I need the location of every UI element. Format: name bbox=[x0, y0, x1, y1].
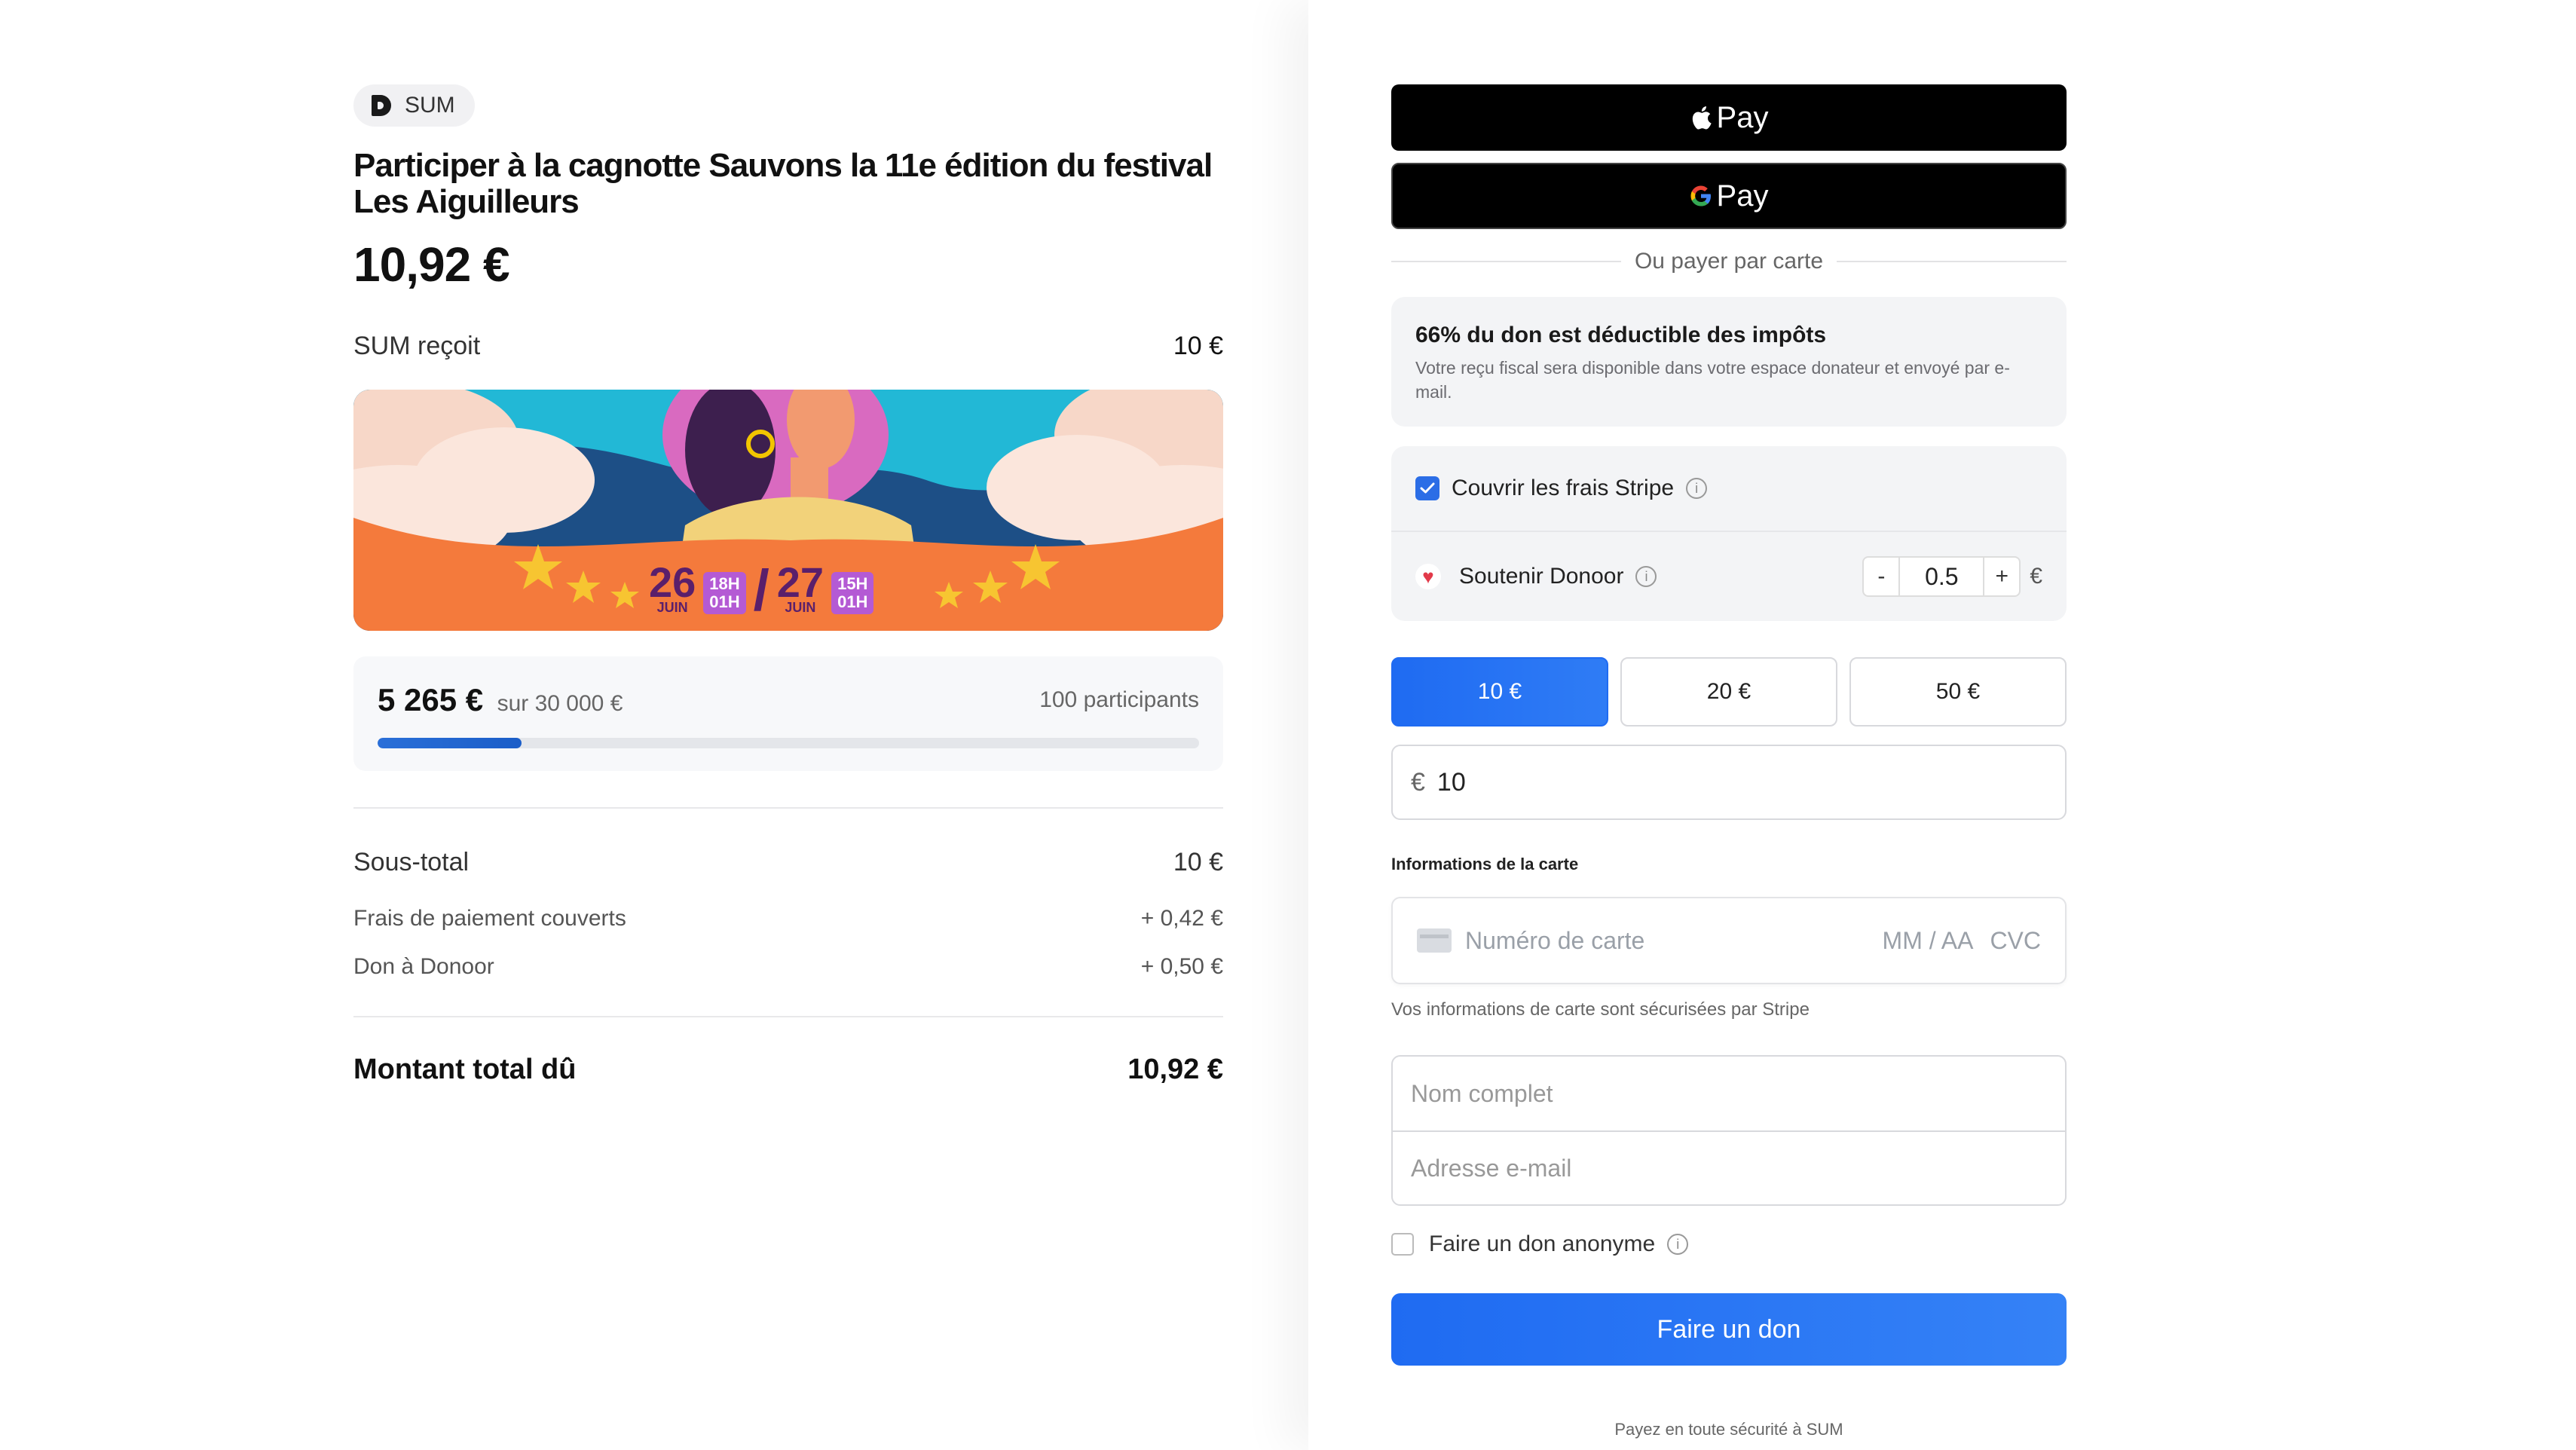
payment-panel: Pay Pay Ou payer par carte 66% du don es… bbox=[1308, 0, 2576, 1450]
card-number-field[interactable]: Numéro de carte bbox=[1465, 927, 1644, 955]
card-cvc-field[interactable]: CVC bbox=[1990, 927, 2041, 955]
banner-time-1b: 01H bbox=[709, 592, 740, 611]
receives-value: 10 € bbox=[1173, 332, 1223, 360]
cover-fees-checkbox[interactable] bbox=[1415, 476, 1439, 500]
fees-row: Frais de paiement couverts + 0,42 € bbox=[353, 906, 1223, 931]
participants-count: 100 participants bbox=[1039, 687, 1199, 712]
google-icon bbox=[1690, 185, 1711, 206]
donate-button[interactable]: Faire un don bbox=[1391, 1293, 2067, 1366]
info-icon[interactable]: i bbox=[1667, 1234, 1689, 1255]
amount-10-button[interactable]: 10 € bbox=[1391, 657, 1608, 727]
page-title: Participer à la cagnotte Sauvons la 11e … bbox=[353, 147, 1213, 220]
tax-title: 66% du don est déductible des impôts bbox=[1415, 323, 1827, 347]
custom-amount-value[interactable]: 10 bbox=[1437, 768, 1466, 797]
donoor-value: + 0,50 € bbox=[1140, 954, 1223, 979]
divider bbox=[353, 1016, 1223, 1017]
custom-amount-currency: € bbox=[1411, 767, 1425, 797]
subtotal-row: Sous-total 10 € bbox=[353, 848, 1223, 877]
full-name-field[interactable]: Nom complet bbox=[1393, 1057, 2065, 1130]
anonymous-checkbox[interactable] bbox=[1391, 1233, 1414, 1256]
decrement-button[interactable]: - bbox=[1862, 556, 1901, 597]
receives-row: SUM reçoit 10 € bbox=[353, 332, 1223, 361]
banner-dates: 26 JUIN 18H 01H / 27 JUIN 15H 01H bbox=[649, 558, 874, 623]
receives-label: SUM reçoit bbox=[353, 332, 481, 360]
options-card: Couvrir les frais Stripe i ♥ Soutenir Do… bbox=[1391, 446, 2067, 621]
checkout-page: SUM Participer à la cagnotte Sauvons la … bbox=[0, 0, 2576, 1450]
info-icon[interactable]: i bbox=[1686, 478, 1708, 499]
amount-options: 10 € 20 € 50 € bbox=[1391, 657, 2067, 727]
total-value: 10,92 € bbox=[1127, 1054, 1223, 1085]
order-summary-panel: SUM Participer à la cagnotte Sauvons la … bbox=[0, 0, 1308, 1450]
subtotal-label: Sous-total bbox=[353, 848, 470, 876]
donoor-currency: € bbox=[2030, 564, 2042, 589]
tax-info-card: 66% du don est déductible des impôts Vot… bbox=[1391, 297, 2067, 427]
apple-icon bbox=[1692, 106, 1712, 130]
divider-text: Ou payer par carte bbox=[1634, 249, 1824, 274]
progress-card: 5 265 € sur 30 000 € 100 participants bbox=[353, 656, 1223, 771]
apple-pay-label: Pay bbox=[1716, 100, 1769, 134]
goal-amount: sur 30 000 € bbox=[497, 691, 623, 716]
amount-50-button[interactable]: 50 € bbox=[1849, 657, 2067, 727]
support-donoor-option: ♥ Soutenir Donoor i - 0.5 + € bbox=[1391, 531, 2067, 621]
google-pay-label: Pay bbox=[1716, 179, 1769, 213]
tax-text: Votre reçu fiscal sera disponible dans v… bbox=[1415, 358, 2010, 402]
org-name: SUM bbox=[405, 93, 455, 118]
increment-button[interactable]: + bbox=[1983, 556, 2021, 597]
progress-bar bbox=[378, 738, 1199, 748]
custom-amount-field[interactable]: € 10 bbox=[1391, 745, 2067, 820]
info-icon[interactable]: i bbox=[1635, 566, 1657, 587]
donoor-label: Don à Donoor bbox=[353, 954, 494, 979]
contact-fields: Nom complet Adresse e-mail bbox=[1391, 1055, 2067, 1206]
divider bbox=[353, 807, 1223, 809]
cover-fees-option[interactable]: Couvrir les frais Stripe i bbox=[1391, 446, 2067, 531]
footer-note: Payez en toute sécurité à SUM bbox=[1614, 1420, 1843, 1439]
fees-value: + 0,42 € bbox=[1140, 906, 1223, 931]
card-input[interactable]: Numéro de carte MM / AA CVC bbox=[1391, 897, 2067, 984]
banner-slash: / bbox=[753, 558, 769, 623]
org-logo-icon bbox=[372, 95, 391, 116]
banner-day-1: 26 bbox=[649, 558, 696, 606]
card-expiry-field[interactable]: MM / AA bbox=[1883, 927, 1974, 955]
credit-card-icon bbox=[1417, 928, 1452, 953]
total-amount-header: 10,92 € bbox=[353, 237, 510, 292]
or-pay-by-card-divider: Ou payer par carte bbox=[1391, 249, 2067, 274]
total-label: Montant total dû bbox=[353, 1054, 577, 1085]
anonymous-option[interactable]: Faire un don anonyme i bbox=[1391, 1231, 2067, 1257]
google-pay-button[interactable]: Pay bbox=[1391, 163, 2067, 229]
donoor-amount-input[interactable]: 0.5 bbox=[1900, 556, 1984, 597]
cover-fees-label: Couvrir les frais Stripe bbox=[1452, 476, 1675, 500]
fees-label: Frais de paiement couverts bbox=[353, 906, 626, 931]
apple-pay-button[interactable]: Pay bbox=[1391, 84, 2067, 151]
org-chip[interactable]: SUM bbox=[353, 84, 475, 127]
total-row: Montant total dû 10,92 € bbox=[353, 1054, 1223, 1086]
heart-icon: ♥ bbox=[1415, 564, 1441, 589]
banner-time-2b: 01H bbox=[837, 592, 868, 611]
subtotal-value: 10 € bbox=[1173, 848, 1223, 876]
check-icon bbox=[1420, 482, 1435, 494]
donoor-row: Don à Donoor + 0,50 € bbox=[353, 954, 1223, 980]
card-info-label: Informations de la carte bbox=[1391, 855, 1579, 873]
banner-day-2: 27 bbox=[776, 558, 825, 606]
progress-bar-fill bbox=[378, 738, 522, 748]
anonymous-label: Faire un don anonyme bbox=[1429, 1231, 1656, 1256]
campaign-banner-image: 26 JUIN 18H 01H / 27 JUIN 15H 01H bbox=[353, 390, 1223, 631]
email-field[interactable]: Adresse e-mail bbox=[1393, 1130, 2065, 1204]
raised-amount: 5 265 € bbox=[378, 682, 484, 717]
amount-20-button[interactable]: 20 € bbox=[1620, 657, 1837, 727]
support-donoor-label: Soutenir Donoor bbox=[1459, 564, 1624, 589]
secure-note: Vos informations de carte sont sécurisée… bbox=[1391, 999, 1810, 1020]
banner-time-2a: 15H bbox=[837, 574, 868, 593]
donoor-stepper: - 0.5 + € bbox=[1862, 556, 2042, 597]
banner-time-1a: 18H bbox=[709, 574, 740, 593]
